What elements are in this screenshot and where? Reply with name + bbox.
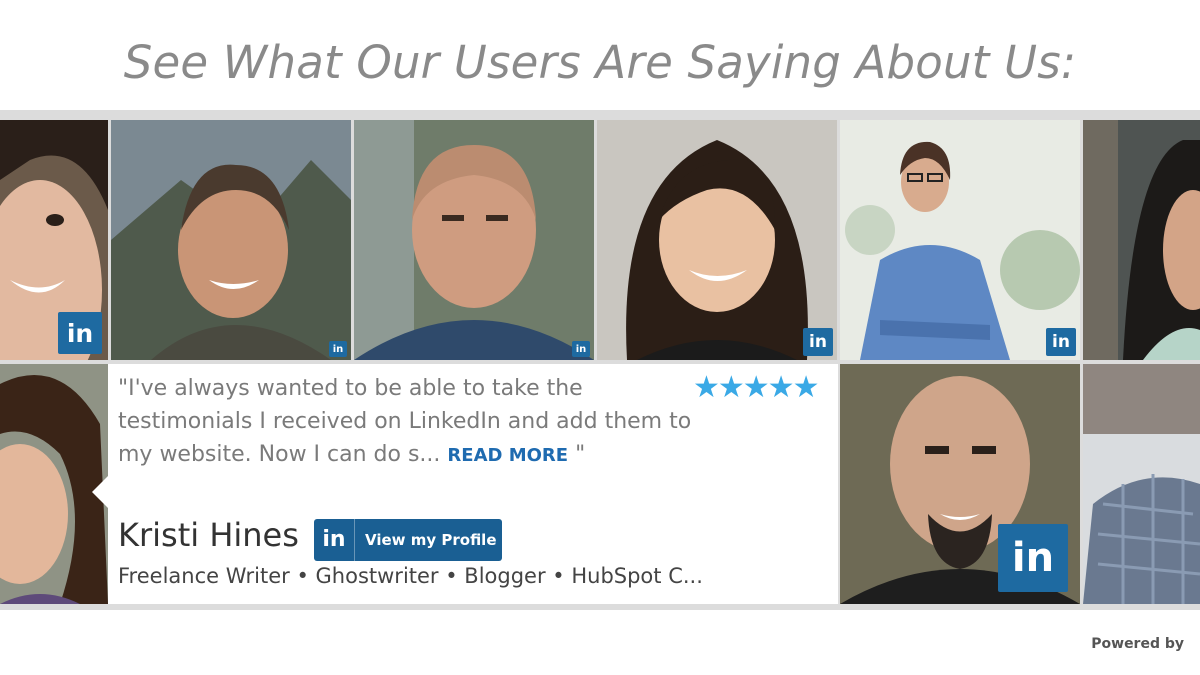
card-pointer bbox=[92, 476, 108, 508]
powered-by-label: Powered by bbox=[1091, 636, 1184, 652]
linkedin-icon[interactable]: in bbox=[998, 524, 1068, 592]
testimonial-card: "I've always wanted to be able to take t… bbox=[92, 364, 838, 604]
user-photo-4[interactable]: in bbox=[597, 120, 837, 360]
linkedin-icon[interactable]: in bbox=[329, 341, 347, 357]
page-title: See What Our Users Are Saying About Us: bbox=[123, 36, 1077, 89]
user-photo-2[interactable]: in bbox=[111, 120, 351, 360]
star-rating: ★★★★★ bbox=[693, 370, 819, 405]
quote-close: " bbox=[568, 442, 586, 467]
linkedin-icon[interactable]: in bbox=[572, 341, 590, 357]
user-photo-9[interactable] bbox=[1083, 364, 1200, 604]
view-profile-button[interactable]: in View my Profile bbox=[314, 519, 502, 561]
user-photo-5[interactable]: in bbox=[840, 120, 1080, 360]
reviewer-headline: Freelance Writer • Ghostwriter • Blogger… bbox=[118, 564, 703, 588]
reviewer-name: Kristi Hines bbox=[118, 516, 299, 554]
linkedin-icon: in bbox=[314, 519, 355, 561]
quote-text: "I've always wanted to be able to take t… bbox=[118, 376, 692, 467]
user-photo-8[interactable]: in bbox=[840, 364, 1080, 604]
read-more-link[interactable]: READ MORE bbox=[447, 445, 568, 466]
linkedin-icon[interactable]: in bbox=[58, 312, 102, 354]
testimonial-quote: "I've always wanted to be able to take t… bbox=[118, 372, 698, 472]
linkedin-icon[interactable]: in bbox=[803, 328, 833, 356]
linkedin-icon[interactable]: in bbox=[1046, 328, 1076, 356]
user-photo-6[interactable] bbox=[1083, 120, 1200, 360]
view-profile-label: View my Profile bbox=[365, 531, 497, 549]
user-photo-1[interactable]: in bbox=[0, 120, 108, 360]
user-photo-3[interactable]: in bbox=[354, 120, 594, 360]
